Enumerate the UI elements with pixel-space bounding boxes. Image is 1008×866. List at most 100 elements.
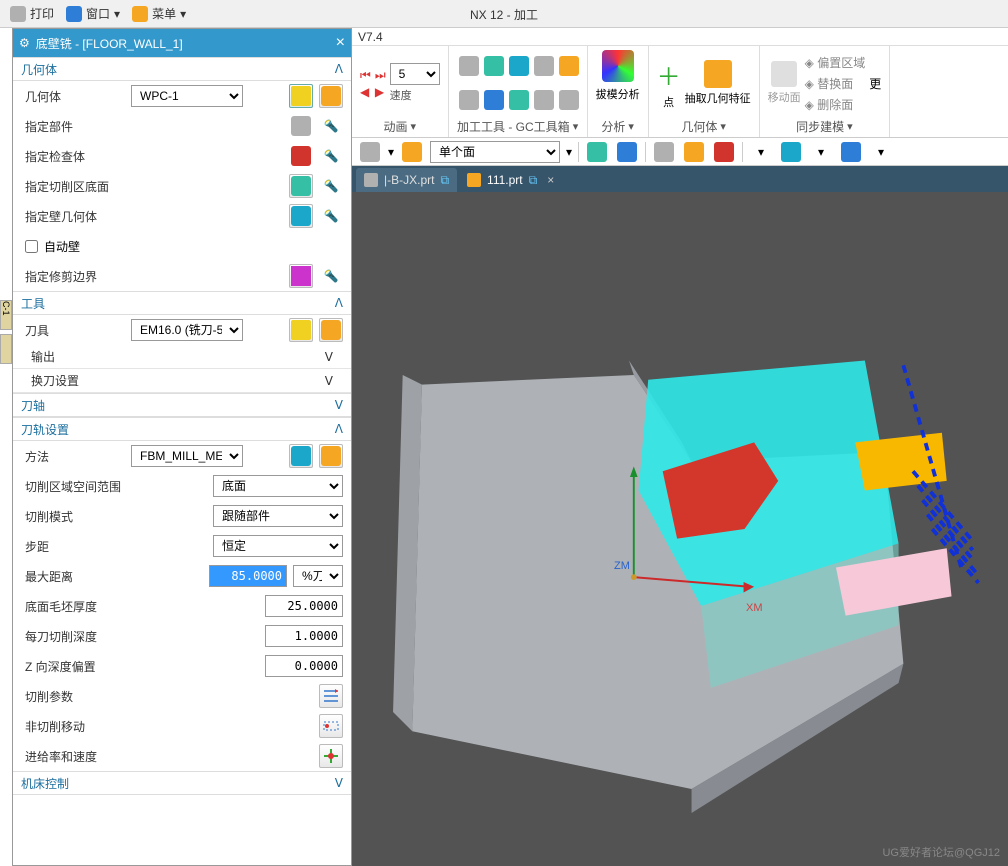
step-back-icon[interactable]: ◀ [360, 85, 371, 99]
ffwd-icon[interactable]: ⏭ [375, 68, 386, 83]
select-method[interactable]: FBM_MILL_METH [131, 445, 243, 467]
tb-icon[interactable] [839, 140, 863, 164]
rib-gc: 加工工具 - GC工具箱 ▾ [449, 46, 588, 137]
file-tab[interactable]: |-B-JX.prt⧉ [356, 168, 457, 192]
row-cutmode: 切削模式 跟随部件 [13, 501, 351, 531]
pin-icon[interactable]: ⧉ [440, 173, 449, 188]
row-floorblank: 底面毛坯厚度 [13, 591, 351, 621]
input-percut[interactable] [265, 625, 343, 647]
tool-edit-icon[interactable] [319, 318, 343, 342]
gc-icon[interactable] [457, 54, 481, 78]
face-select[interactable]: 单个面 [430, 141, 560, 163]
tb-icon[interactable] [585, 140, 609, 164]
file-tab-active[interactable]: 111.prt⧉× [459, 168, 562, 192]
select-step[interactable]: 恒定 [213, 535, 343, 557]
chevron-down-icon[interactable]: ▾ [388, 145, 394, 159]
geom-tool-icon[interactable] [319, 84, 343, 108]
vertical-nav: C-1 [0, 300, 12, 364]
section-tool[interactable]: 工具ᐱ [13, 291, 351, 315]
tb-icon[interactable] [358, 140, 382, 164]
method-icon2[interactable] [319, 444, 343, 468]
section-geometry[interactable]: 几何体ᐱ [13, 57, 351, 81]
delete-btn[interactable]: ◈ 删除面 [805, 96, 866, 113]
flashlight-icon[interactable]: 🔦 [319, 174, 343, 198]
gc-icon[interactable] [507, 88, 531, 112]
geom-pick-icon[interactable] [289, 84, 313, 108]
section-axis[interactable]: 刀轴ᐯ [13, 393, 351, 417]
draft-icon[interactable] [602, 50, 634, 82]
input-zoffset[interactable] [265, 655, 343, 677]
method-icon1[interactable] [289, 444, 313, 468]
offset-btn[interactable]: ◈ 偏置区域 [805, 54, 866, 71]
cutparam-icon[interactable] [319, 684, 343, 708]
pin-icon[interactable]: ⧉ [529, 173, 538, 188]
input-floorblank[interactable] [265, 595, 343, 617]
chevron-down-icon[interactable]: ▾ [566, 145, 572, 159]
point-icon[interactable]: ＋ [657, 57, 681, 92]
close-icon[interactable]: × [336, 34, 345, 52]
gc-icon[interactable] [507, 54, 531, 78]
feed-icon[interactable] [319, 744, 343, 768]
menu-dropdown[interactable]: 菜单 ▾ [126, 3, 192, 24]
select-maxdist-unit[interactable]: %刀具 [293, 565, 343, 587]
tb-icon[interactable] [682, 140, 706, 164]
tb-icon[interactable]: ▾ [809, 140, 833, 164]
select-cutspace[interactable]: 底面 [213, 475, 343, 497]
section-mc[interactable]: 机床控制ᐯ [13, 771, 351, 795]
step-fwd-icon[interactable]: ▶ [375, 85, 386, 99]
input-maxdist[interactable] [209, 565, 287, 587]
gc-icon[interactable] [532, 54, 556, 78]
sub-toolchange[interactable]: 换刀设置ᐯ [13, 369, 351, 393]
rib-anim: ⏮ ◀ ⏭ ▶ 5 速度 动画 ▾ [352, 46, 449, 137]
gc-icon[interactable] [457, 88, 481, 112]
nav-stub[interactable] [0, 334, 12, 364]
gc-icon[interactable] [532, 88, 556, 112]
gc-icon[interactable] [557, 88, 581, 112]
window-menu[interactable]: 窗口 ▾ [60, 3, 126, 24]
extract-icon[interactable] [704, 60, 732, 88]
rewind-icon[interactable]: ⏮ [360, 68, 371, 83]
gc-label: 加工工具 - GC工具箱 [457, 118, 570, 135]
gc-icon[interactable] [557, 54, 581, 78]
3d-viewport[interactable]: ZM XM UG爱好者论坛@QGJ12 [352, 192, 1008, 866]
row-spec-check: 指定检查体 🔦 [13, 141, 351, 171]
trim-icon[interactable] [289, 264, 313, 288]
noncut-icon[interactable] [319, 714, 343, 738]
wall-icon[interactable] [289, 204, 313, 228]
gc-icon[interactable] [482, 88, 506, 112]
x-axis-label: XM [746, 602, 763, 614]
row-spec-part: 指定部件 🔦 [13, 111, 351, 141]
tb-icon[interactable] [712, 140, 736, 164]
tb-icon[interactable] [615, 140, 639, 164]
section-path[interactable]: 刀轨设置ᐱ [13, 417, 351, 441]
part-icon[interactable] [289, 114, 313, 138]
sub-output[interactable]: 输出ᐯ [13, 345, 351, 369]
autowall-checkbox[interactable] [25, 240, 38, 253]
label: 刀具 [25, 322, 125, 339]
label: 指定修剪边界 [25, 268, 145, 285]
more-btn[interactable]: 更 [869, 75, 881, 92]
replace-btn[interactable]: ◈ 替换面 [805, 75, 866, 92]
menu-label: 菜单 [152, 5, 176, 22]
nav-stub[interactable]: C-1 [0, 300, 12, 330]
select-geom[interactable]: WPC-1 [131, 85, 243, 107]
check-icon[interactable] [289, 144, 313, 168]
floor-icon[interactable] [289, 174, 313, 198]
gc-icon[interactable] [482, 54, 506, 78]
tb-icon[interactable]: ▾ [749, 140, 773, 164]
tb-icon[interactable]: ▾ [869, 140, 893, 164]
print-menu[interactable]: 打印 [4, 3, 60, 24]
speed-select[interactable]: 5 [390, 63, 440, 85]
file-icon [364, 173, 378, 187]
tool-new-icon[interactable] [289, 318, 313, 342]
tb-icon[interactable] [400, 140, 424, 164]
flashlight-icon[interactable]: 🔦 [319, 114, 343, 138]
dialog-titlebar: ⚙ 底壁铣 - [FLOOR_WALL_1] × [13, 29, 351, 57]
close-icon[interactable]: × [547, 173, 554, 187]
z-axis-label: ZM [614, 560, 630, 572]
rib-geom: ＋点 抽取几何特征 几何体 ▾ [649, 46, 760, 137]
tb-icon[interactable] [779, 140, 803, 164]
select-cutmode[interactable]: 跟随部件 [213, 505, 343, 527]
tb-icon[interactable] [652, 140, 676, 164]
select-tool[interactable]: EM16.0 (铣刀-5 [131, 319, 243, 341]
